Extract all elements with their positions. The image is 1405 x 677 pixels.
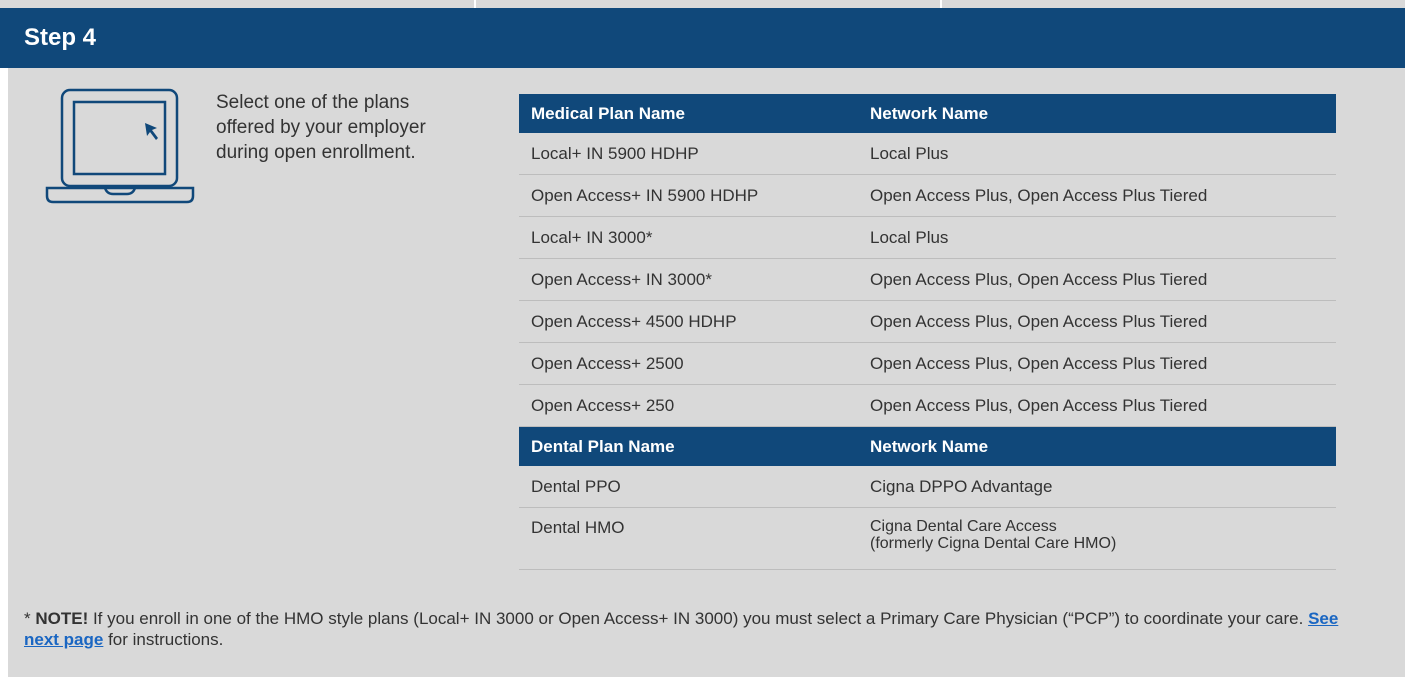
intro-text: Select one of the plans offered by your … — [216, 92, 426, 163]
footnote-label: NOTE! — [35, 609, 89, 628]
network-name-cell: Open Access Plus, Open Access Plus Tiere… — [858, 384, 1336, 427]
table-row: Open Access+ 2500 Open Access Plus, Open… — [519, 342, 1336, 385]
network-column-header: Network Name — [858, 426, 1336, 466]
medical-plan-column-header: Medical Plan Name — [519, 94, 858, 133]
footnote-body: If you enroll in one of the HMO style pl… — [88, 609, 1309, 628]
plan-name-cell: Dental PPO — [519, 466, 858, 508]
laptop-cursor-icon — [45, 88, 195, 204]
network-name-cell: Open Access Plus, Open Access Plus Tiere… — [858, 258, 1336, 301]
step-header: Step 4 — [0, 8, 1405, 68]
plan-name-cell: Open Access+ 2500 — [519, 342, 858, 385]
footnote-prefix: * — [24, 609, 36, 628]
network-column-header: Network Name — [858, 94, 1336, 133]
network-name-cell: Open Access Plus, Open Access Plus Tiere… — [858, 342, 1336, 385]
network-name-cell: Local Plus — [858, 133, 1336, 175]
table-row: Open Access+ 250 Open Access Plus, Open … — [519, 384, 1336, 427]
table-row: Dental PPO Cigna DPPO Advantage — [519, 466, 1336, 508]
footnote-suffix: for instructions. — [103, 630, 224, 649]
plan-name-cell: Dental HMO — [519, 507, 858, 570]
medical-header-row: Medical Plan Name Network Name — [519, 94, 1336, 133]
plan-name-cell: Local+ IN 3000* — [519, 216, 858, 259]
table-row: Dental HMO Cigna Dental Care Access (for… — [519, 507, 1336, 570]
plan-name-cell: Open Access+ IN 3000* — [519, 258, 858, 301]
network-name-cell: Local Plus — [858, 216, 1336, 259]
dental-plan-column-header: Dental Plan Name — [519, 426, 858, 466]
network-name-cell: Open Access Plus, Open Access Plus Tiere… — [858, 174, 1336, 217]
network-name-cell: Open Access Plus, Open Access Plus Tiere… — [858, 300, 1336, 343]
top-divider-separator — [474, 0, 476, 8]
plan-name-cell: Open Access+ 250 — [519, 384, 858, 427]
step-title: Step 4 — [24, 24, 97, 51]
table-row: Open Access+ IN 5900 HDHP Open Access Pl… — [519, 174, 1336, 217]
top-divider-strip — [0, 0, 1405, 8]
top-divider-separator — [940, 0, 942, 8]
table-row: Local+ IN 3000* Local Plus — [519, 216, 1336, 259]
plan-name-cell: Local+ IN 5900 HDHP — [519, 133, 858, 175]
table-row: Open Access+ 4500 HDHP Open Access Plus,… — [519, 300, 1336, 343]
table-row: Open Access+ IN 3000* Open Access Plus, … — [519, 258, 1336, 301]
plan-name-cell: Open Access+ 4500 HDHP — [519, 300, 858, 343]
plans-table: Medical Plan Name Network Name Local+ IN… — [519, 94, 1336, 570]
network-name-line: Cigna Dental Care Access — [870, 518, 1057, 535]
network-name-note: (formerly Cigna Dental Care HMO) — [870, 535, 1117, 552]
dental-header-row: Dental Plan Name Network Name — [519, 426, 1336, 466]
table-row: Local+ IN 5900 HDHP Local Plus — [519, 133, 1336, 175]
network-name-cell: Cigna Dental Care Access (formerly Cigna… — [858, 507, 1336, 570]
network-name-cell: Cigna DPPO Advantage — [858, 466, 1336, 508]
footnote: * NOTE! If you enroll in one of the HMO … — [24, 608, 1364, 650]
plan-name-cell: Open Access+ IN 5900 HDHP — [519, 174, 858, 217]
